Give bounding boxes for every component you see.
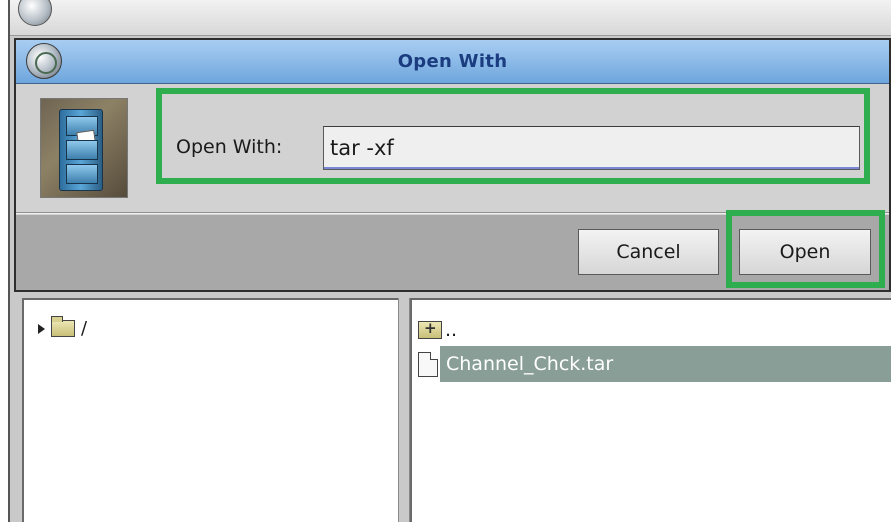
file-list-pane[interactable]: .. Channel_Chck.tar: [410, 298, 891, 522]
pane-splitter[interactable]: [398, 298, 410, 522]
dialog-titlebar[interactable]: Open With: [16, 40, 889, 84]
file-cabinet-icon: [40, 98, 128, 198]
tree-item-root[interactable]: /: [38, 316, 88, 339]
expand-arrow-icon[interactable]: [38, 323, 45, 334]
open-with-label: Open With:: [176, 136, 283, 158]
window-menu-orb-icon[interactable]: [18, 0, 52, 26]
cancel-button[interactable]: Cancel: [578, 229, 719, 275]
open-with-command-input[interactable]: [323, 126, 860, 170]
list-item-label: Channel_Chck.tar: [440, 346, 891, 382]
open-with-dialog: Open With Open With: Cancel Open: [14, 38, 891, 292]
parent-folder-icon: [418, 319, 442, 339]
dialog-title: Open With: [397, 51, 508, 72]
list-item-label: ..: [445, 319, 458, 341]
list-item-parent-dir[interactable]: ..: [418, 314, 457, 346]
folder-icon: [51, 316, 75, 337]
file-manager-titlebar: [10, 0, 891, 36]
directory-tree-pane[interactable]: /: [22, 298, 398, 522]
file-icon: [418, 351, 438, 377]
highlight-box-open-button: [726, 210, 885, 288]
cabinet-body: [59, 109, 103, 191]
tree-item-label: /: [81, 318, 88, 339]
list-item-selected-file[interactable]: Channel_Chck.tar: [418, 346, 891, 382]
